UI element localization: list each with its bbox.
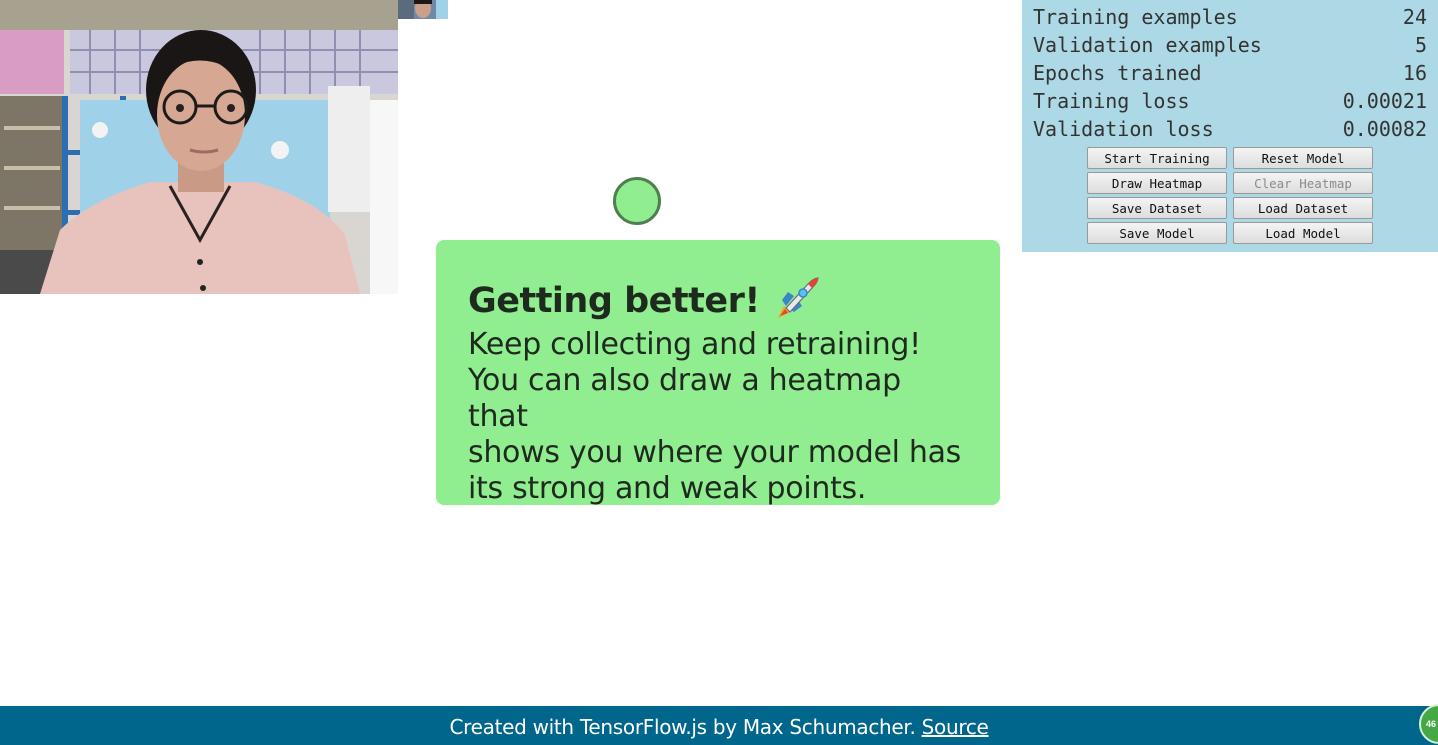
stat-value: 0.00021 — [1342, 89, 1427, 113]
stat-label: Training examples — [1033, 5, 1238, 29]
info-heading-row: Getting better! — [468, 276, 968, 325]
info-line-4: its strong and weak points. — [468, 471, 867, 506]
stat-label: Epochs trained — [1033, 61, 1202, 85]
save-model-button[interactable]: Save Model — [1087, 222, 1227, 244]
load-model-button[interactable]: Load Model — [1233, 222, 1373, 244]
start-training-button[interactable]: Start Training — [1087, 147, 1227, 169]
stat-label: Validation loss — [1033, 117, 1214, 141]
footer: Created with TensorFlow.js by Max Schuma… — [0, 706, 1438, 745]
badge-count: 46 — [1426, 719, 1437, 729]
stat-validation-examples: Validation examples 5 — [1033, 31, 1427, 59]
stat-training-loss: Training loss 0.00021 — [1033, 87, 1427, 115]
load-dataset-button[interactable]: Load Dataset — [1233, 197, 1373, 219]
clear-heatmap-button: Clear Heatmap — [1233, 172, 1373, 194]
stat-value: 16 — [1402, 61, 1427, 85]
footer-text: Created with TensorFlow.js by Max Schuma… — [449, 715, 916, 739]
training-panel: Training examples 24 Validation examples… — [1022, 0, 1438, 252]
reset-model-button[interactable]: Reset Model — [1233, 147, 1373, 169]
info-line-1: Keep collecting and retraining! — [468, 327, 921, 362]
gaze-target-dot[interactable] — [613, 177, 661, 225]
control-buttons: Start Training Reset Model Draw Heatmap … — [1033, 147, 1427, 244]
source-link[interactable]: Source — [922, 715, 989, 739]
stat-value: 24 — [1402, 5, 1427, 29]
webcam-thumbnail — [398, 0, 448, 19]
webcam-feed — [0, 0, 398, 294]
info-title: Getting better! — [468, 280, 760, 321]
stat-value: 5 — [1414, 33, 1427, 57]
stat-label: Training loss — [1033, 89, 1190, 113]
stat-label: Validation examples — [1033, 33, 1262, 57]
stat-epochs-trained: Epochs trained 16 — [1033, 59, 1427, 87]
stat-training-examples: Training examples 24 — [1033, 3, 1427, 31]
save-dataset-button[interactable]: Save Dataset — [1087, 197, 1227, 219]
info-line-3: shows you where your model has — [468, 435, 962, 470]
rocket-icon — [774, 276, 820, 325]
stat-value: 0.00082 — [1342, 117, 1427, 141]
draw-heatmap-button[interactable]: Draw Heatmap — [1087, 172, 1227, 194]
info-line-2: You can also draw a heatmap that — [468, 363, 901, 434]
info-card: Getting better! Keep collecting and retr… — [436, 240, 1000, 506]
stat-validation-loss: Validation loss 0.00082 — [1033, 115, 1427, 143]
